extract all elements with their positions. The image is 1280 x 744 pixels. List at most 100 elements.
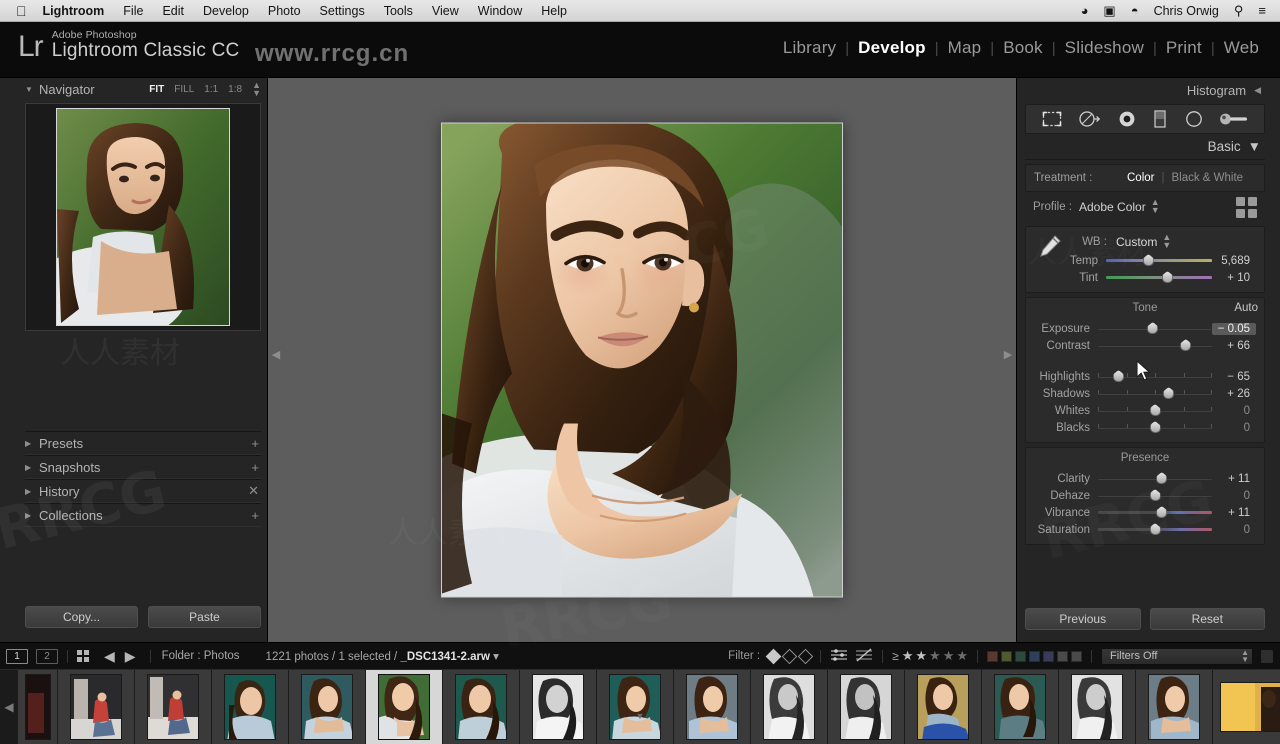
star-rating-filter[interactable]: ★ ★ ★ ★ ★ bbox=[902, 648, 968, 664]
apple-logo-icon[interactable]:  bbox=[16, 4, 27, 18]
search-icon[interactable]: ⚲ bbox=[1234, 4, 1244, 17]
chevron-right-icon[interactable]: ▶ bbox=[25, 487, 39, 496]
screen-mode-2-button[interactable]: 2 bbox=[36, 648, 58, 664]
slider-knob-dehaze[interactable] bbox=[1149, 489, 1161, 501]
module-print[interactable]: Print bbox=[1157, 38, 1211, 58]
list-item[interactable] bbox=[751, 670, 828, 744]
color-label-purple[interactable] bbox=[1043, 650, 1054, 662]
slider-track-tint[interactable] bbox=[1106, 271, 1212, 284]
color-label-none[interactable] bbox=[1057, 650, 1068, 662]
slider-track-whites[interactable] bbox=[1098, 404, 1212, 417]
chevron-right-icon[interactable]: ▶ bbox=[25, 463, 39, 472]
zoom-fill[interactable]: FILL bbox=[174, 84, 194, 95]
list-item-selected[interactable] bbox=[366, 670, 443, 744]
grid-view-icon[interactable] bbox=[77, 650, 89, 662]
menu-view[interactable]: View bbox=[432, 4, 459, 18]
chevron-down-icon[interactable]: ▼ bbox=[1248, 139, 1261, 154]
module-web[interactable]: Web bbox=[1215, 38, 1268, 58]
module-book[interactable]: Book bbox=[994, 38, 1052, 58]
zoom-1-1[interactable]: 1:1 bbox=[204, 84, 218, 95]
wb-value[interactable]: Custom bbox=[1116, 235, 1157, 249]
graduated-filter-icon[interactable] bbox=[1151, 109, 1169, 129]
slider-track-temp[interactable] bbox=[1106, 254, 1212, 267]
crop-overlay-icon[interactable] bbox=[1041, 110, 1063, 128]
list-item[interactable] bbox=[18, 670, 58, 744]
chevron-right-icon[interactable]: ▶ bbox=[25, 511, 39, 520]
image-viewport[interactable]: ◀ ▶ bbox=[268, 78, 1016, 642]
chevron-right-icon[interactable]: ▶ bbox=[25, 439, 39, 448]
treatment-option-bw[interactable]: Black & White bbox=[1164, 172, 1250, 184]
color-label-green[interactable] bbox=[1015, 650, 1026, 662]
lock-icon[interactable] bbox=[1260, 648, 1274, 664]
histogram-header[interactable]: Histogram ◀ bbox=[1025, 78, 1265, 102]
flag-unflagged-icon[interactable] bbox=[781, 648, 798, 664]
current-filename[interactable]: _DSC1341-2.arw bbox=[400, 651, 490, 663]
list-item[interactable] bbox=[135, 670, 212, 744]
white-balance-selector-icon[interactable] bbox=[1034, 232, 1064, 262]
profile-browser-icon[interactable] bbox=[1236, 196, 1257, 218]
plus-icon[interactable]: + bbox=[251, 460, 259, 475]
star-2-icon[interactable]: ★ bbox=[915, 648, 927, 664]
slider-track-shadows[interactable] bbox=[1098, 387, 1212, 400]
menu-develop[interactable]: Develop bbox=[203, 4, 249, 18]
sidebar-section-snapshots[interactable]: ▶ Snapshots + bbox=[25, 455, 261, 479]
menu-tools[interactable]: Tools bbox=[384, 4, 413, 18]
zoom-fit[interactable]: FIT bbox=[149, 84, 164, 95]
menu-help[interactable]: Help bbox=[541, 4, 567, 18]
slider-blacks[interactable]: Blacks 0 bbox=[1026, 419, 1256, 436]
slider-value-dehaze[interactable]: 0 bbox=[1212, 490, 1256, 502]
slider-value-temp[interactable]: 5,689 bbox=[1212, 255, 1256, 267]
plus-icon[interactable]: + bbox=[251, 508, 259, 523]
slider-value-saturation[interactable]: 0 bbox=[1212, 524, 1256, 536]
module-develop[interactable]: Develop bbox=[849, 38, 935, 58]
filmstrip-prev-arrow[interactable]: ◀ bbox=[0, 700, 18, 714]
sidebar-section-presets[interactable]: ▶ Presets + bbox=[25, 431, 261, 455]
list-item[interactable] bbox=[289, 670, 366, 744]
slider-knob-saturation[interactable] bbox=[1149, 523, 1161, 535]
reset-button[interactable]: Reset bbox=[1149, 608, 1265, 630]
slider-knob-clarity[interactable] bbox=[1156, 472, 1168, 484]
slider-track-exposure[interactable] bbox=[1098, 322, 1212, 335]
star-1-icon[interactable]: ★ bbox=[902, 648, 914, 664]
copy-button[interactable]: Copy... bbox=[25, 606, 138, 628]
list-item[interactable] bbox=[674, 670, 751, 744]
nav-back-button[interactable]: ◀ bbox=[99, 648, 120, 665]
slider-clarity[interactable]: Clarity + 11 bbox=[1026, 470, 1256, 487]
chevron-down-icon[interactable]: ▼ bbox=[25, 85, 39, 94]
slider-knob-temp[interactable] bbox=[1142, 254, 1154, 266]
slider-value-blacks[interactable]: 0 bbox=[1212, 422, 1256, 434]
slider-tint[interactable]: Tint + 10 bbox=[1034, 269, 1256, 286]
navigator-header[interactable]: ▼ Navigator FIT FILL 1:1 1:8 ▲ ▼ bbox=[25, 78, 261, 100]
slider-knob-blacks[interactable] bbox=[1149, 421, 1161, 433]
radial-filter-icon[interactable] bbox=[1184, 110, 1204, 128]
module-library[interactable]: Library bbox=[774, 38, 845, 58]
slider-contrast[interactable]: Contrast + 66 bbox=[1026, 337, 1256, 354]
slider-highlights[interactable]: Highlights − 65 bbox=[1026, 368, 1256, 385]
slider-whites[interactable]: Whites 0 bbox=[1026, 402, 1256, 419]
menu-settings[interactable]: Settings bbox=[320, 4, 365, 18]
slider-track-blacks[interactable] bbox=[1098, 421, 1212, 434]
color-label-yellow[interactable] bbox=[1001, 650, 1012, 662]
menu-window[interactable]: Window bbox=[478, 4, 522, 18]
color-label-red[interactable] bbox=[987, 650, 998, 662]
sidebar-section-collections[interactable]: ▶ Collections + bbox=[25, 503, 261, 527]
slider-knob-shadows[interactable] bbox=[1163, 387, 1175, 399]
edited-filter-icon[interactable] bbox=[830, 648, 848, 665]
menu-edit[interactable]: Edit bbox=[162, 4, 184, 18]
slider-value-tint[interactable]: + 10 bbox=[1212, 272, 1256, 284]
star-4-icon[interactable]: ★ bbox=[943, 648, 955, 664]
module-map[interactable]: Map bbox=[939, 38, 991, 58]
filename-dropdown-icon[interactable]: ▾ bbox=[493, 651, 499, 663]
slider-track-dehaze[interactable] bbox=[1098, 489, 1212, 502]
slider-value-clarity[interactable]: + 11 bbox=[1212, 473, 1256, 485]
slider-knob-whites[interactable] bbox=[1149, 404, 1161, 416]
slider-knob-vibrance[interactable] bbox=[1156, 506, 1168, 518]
wb-stepper-icon[interactable]: ▲ ▼ bbox=[1162, 233, 1171, 249]
display-icon[interactable]: ▣ bbox=[1103, 4, 1115, 17]
menu-file[interactable]: File bbox=[123, 4, 143, 18]
filmstrip-collapse-nub[interactable]: ▼ bbox=[636, 711, 645, 721]
auto-tone-button[interactable]: Auto bbox=[1234, 302, 1258, 314]
list-item[interactable] bbox=[58, 670, 135, 744]
slider-dehaze[interactable]: Dehaze 0 bbox=[1026, 487, 1256, 504]
rating-operator[interactable]: ≥ bbox=[892, 649, 899, 663]
